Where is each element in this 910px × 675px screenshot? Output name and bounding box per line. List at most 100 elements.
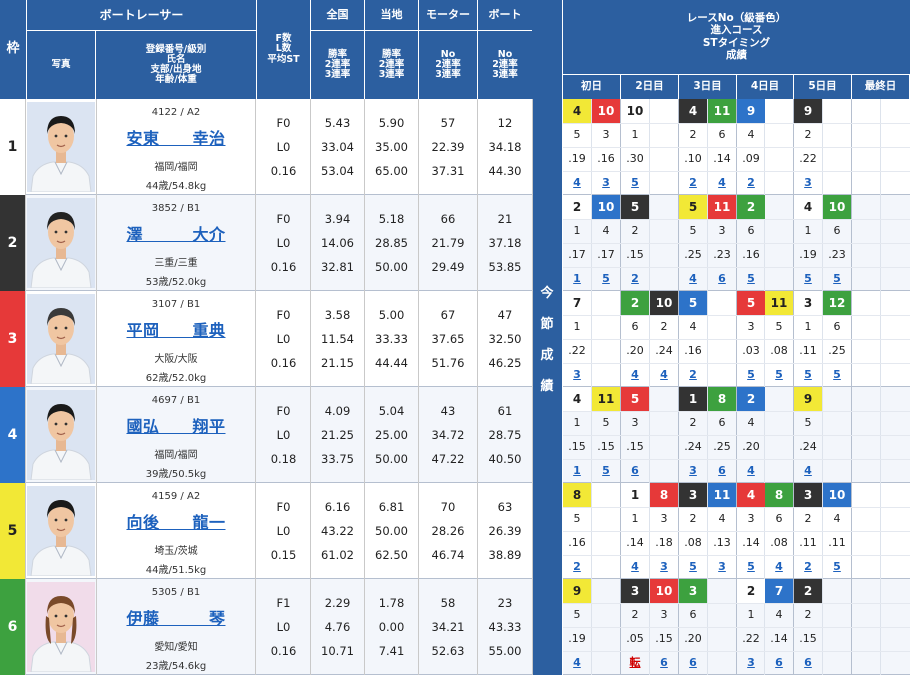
st-cell: .05 (626, 632, 644, 645)
result-link[interactable]: 2 (563, 555, 591, 579)
racer-name-link[interactable]: 澤 大介 (126, 221, 225, 245)
result-link[interactable]: 3 (737, 651, 765, 675)
racer-name-link[interactable]: 國弘 翔平 (126, 413, 225, 437)
motor-value: 43 (440, 404, 456, 418)
national-value: 21.25 (321, 428, 354, 442)
result-link[interactable]: 3 (592, 171, 620, 195)
result-link[interactable]: 2 (794, 555, 822, 579)
result-link[interactable]: 6 (708, 267, 736, 291)
result-link[interactable]: 4 (679, 267, 707, 291)
course-cell: 2 (804, 512, 812, 525)
boat-value: 63 (497, 500, 513, 514)
boat-value: 61 (497, 404, 513, 418)
waku-number: 5 (0, 483, 26, 579)
racer-name-link[interactable]: 安東 幸治 (126, 125, 225, 149)
course-cell: 3 (631, 416, 639, 429)
result-link[interactable]: 6 (679, 651, 707, 675)
race-no-cell: 2 (737, 579, 765, 603)
local-value: 65.00 (375, 164, 408, 178)
result-link[interactable]: 6 (794, 651, 822, 675)
result-link[interactable]: 1 (563, 267, 591, 291)
result-link[interactable]: 4 (794, 459, 822, 483)
course-cell: 5 (804, 416, 812, 429)
result-link[interactable]: 4 (621, 555, 649, 579)
racer-portrait-icon (30, 308, 92, 384)
result-link[interactable]: 6 (621, 459, 649, 483)
motor-header: モーター (419, 0, 477, 30)
boat-value: 28.75 (488, 428, 522, 442)
course-cell: 6 (833, 320, 841, 333)
boat-value: 40.50 (488, 452, 522, 466)
result-link[interactable]: 5 (794, 363, 822, 387)
result-link[interactable]: 2 (679, 171, 707, 195)
course-cell: 5 (602, 416, 610, 429)
motor-value: 37.65 (431, 332, 465, 346)
result-link[interactable]: 5 (737, 363, 765, 387)
result-link[interactable]: 4 (621, 363, 649, 387)
course-cell: 3 (747, 512, 755, 525)
course-cell: 2 (689, 128, 697, 141)
result-link[interactable]: 1 (563, 459, 591, 483)
result-link[interactable]: 2 (679, 363, 707, 387)
race-no-cell: 3 (679, 483, 707, 507)
reg-class: 5305 / B1 (151, 586, 201, 598)
result-link[interactable]: 5 (592, 267, 620, 291)
result-link[interactable]: 4 (708, 171, 736, 195)
result-link[interactable]: 6 (650, 651, 678, 675)
age-weight: 44歳/54.8kg (145, 180, 207, 192)
age-weight: 62歳/52.0kg (145, 372, 207, 384)
fl-st-value: 0.16 (270, 356, 297, 370)
result-link[interactable]: 5 (679, 555, 707, 579)
result-link[interactable]: 5 (765, 363, 793, 387)
national-value: 4.09 (324, 404, 351, 418)
st-cell: .16 (742, 248, 760, 261)
course-cell: 2 (689, 512, 697, 525)
racer-photo (27, 390, 95, 480)
result-link[interactable]: 6 (765, 651, 793, 675)
result-link[interactable]: 5 (823, 363, 851, 387)
result-link[interactable]: 4 (765, 555, 793, 579)
racer-name-link[interactable]: 平岡 重典 (126, 317, 225, 341)
result-link[interactable]: 4 (563, 651, 591, 675)
motor-value: 70 (440, 500, 456, 514)
national-value: 5.43 (324, 116, 351, 130)
result-link[interactable]: 3 (679, 459, 707, 483)
result-link[interactable]: 5 (794, 267, 822, 291)
race-no-cell: 9 (563, 579, 591, 603)
result-link[interactable]: 3 (650, 555, 678, 579)
boat-value: 26.39 (488, 524, 522, 538)
result-link[interactable]: 5 (621, 171, 649, 195)
fl-st-value: 0.18 (270, 452, 297, 466)
fl-st-value: F0 (276, 212, 291, 226)
result-link[interactable]: 6 (708, 459, 736, 483)
result-link[interactable]: 2 (621, 267, 649, 291)
racer-name-link[interactable]: 向後 龍一 (126, 509, 225, 533)
st-cell: .23 (713, 248, 731, 261)
result-link[interactable]: 5 (737, 555, 765, 579)
national-sub-header: 勝率 2連率 3連率 (311, 31, 364, 99)
st-cell: .30 (626, 152, 644, 165)
result-link[interactable]: 3 (708, 555, 736, 579)
result-link[interactable]: 5 (592, 459, 620, 483)
racer-name-link[interactable]: 伊藤 琴 (126, 605, 225, 629)
result-link[interactable]: 2 (737, 171, 765, 195)
result-link[interactable]: 5 (823, 267, 851, 291)
course-cell: 4 (718, 512, 726, 525)
result-link[interactable]: 4 (737, 459, 765, 483)
result-link[interactable]: 3 (563, 363, 591, 387)
race-no-cell: 10 (592, 195, 620, 219)
st-cell: .20 (626, 344, 644, 357)
national-value: 6.16 (324, 500, 351, 514)
national-value: 33.75 (321, 452, 354, 466)
result-link[interactable]: 4 (650, 363, 678, 387)
national-value: 33.04 (321, 140, 354, 154)
result-link[interactable]: 3 (794, 171, 822, 195)
result-link[interactable]: 転 (621, 651, 649, 675)
result-link[interactable]: 5 (823, 555, 851, 579)
fl-st-value: F0 (276, 404, 291, 418)
result-link[interactable]: 4 (563, 171, 591, 195)
local-value: 1.78 (378, 596, 405, 610)
st-cell: .20 (684, 632, 702, 645)
racer-photo (27, 486, 95, 576)
result-link[interactable]: 5 (737, 267, 765, 291)
